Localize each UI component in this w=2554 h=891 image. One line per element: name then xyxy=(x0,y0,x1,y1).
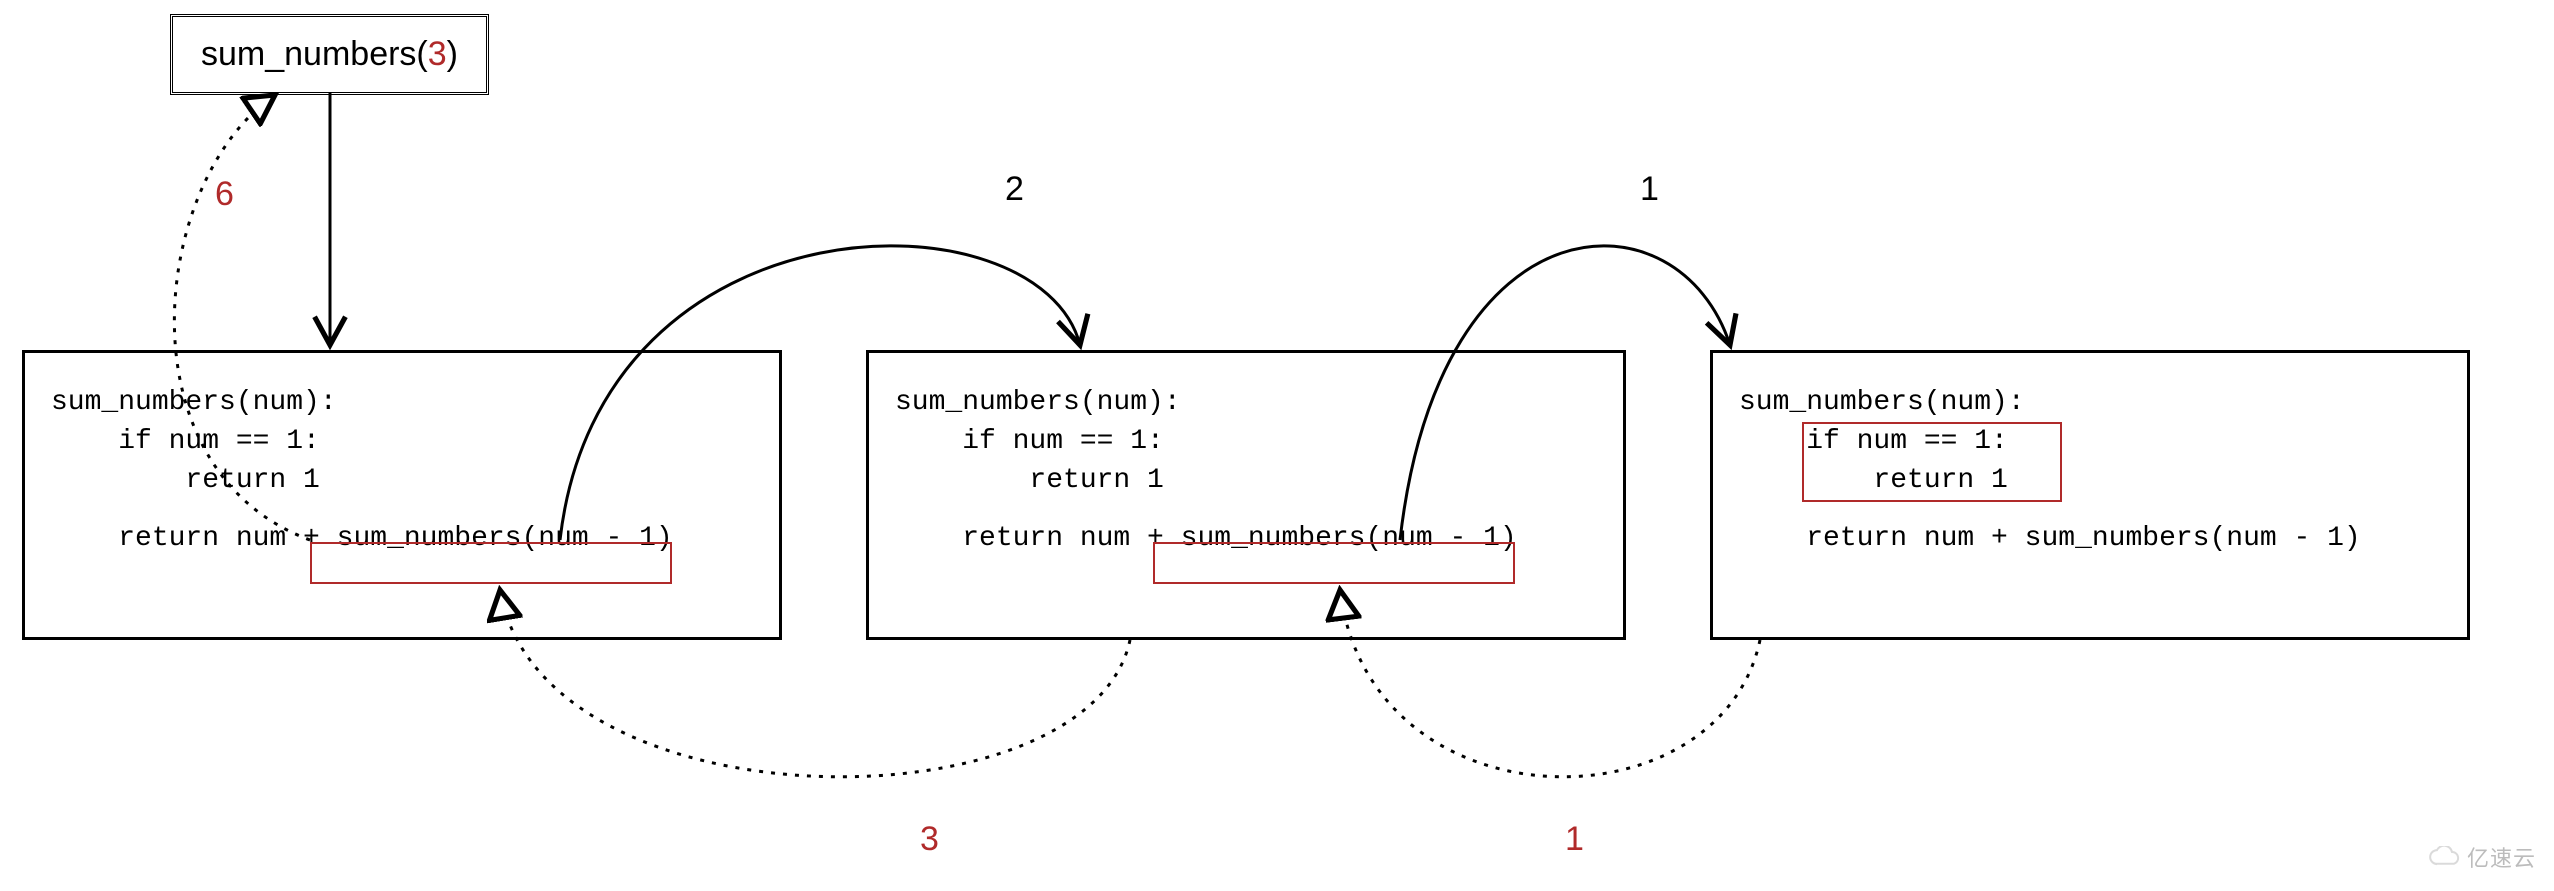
code-line-3: return 1 xyxy=(895,461,1597,500)
code-line-1: sum_numbers(num): xyxy=(51,383,753,422)
highlight-recursive-1 xyxy=(310,542,672,584)
highlight-recursive-2 xyxy=(1153,542,1515,584)
call-fn-name: sum_numbers xyxy=(201,35,416,73)
cloud-icon xyxy=(2427,846,2461,868)
code-line-2: if num == 1: xyxy=(895,422,1597,461)
code-line-2: if num == 1: xyxy=(51,422,753,461)
highlight-base-case xyxy=(1802,422,2062,502)
recursion-frame-2: sum_numbers(num): if num == 1: return 1 … xyxy=(866,350,1626,640)
code-line-1: sum_numbers(num): xyxy=(895,383,1597,422)
recursion-frame-1: sum_numbers(num): if num == 1: return 1 … xyxy=(22,350,782,640)
forward-label-2: 2 xyxy=(1005,170,1024,209)
code-line-4: return num + sum_numbers(num - 1) xyxy=(1739,519,2441,558)
return-label-6: 6 xyxy=(215,175,234,214)
call-arg: 3 xyxy=(428,35,447,73)
return-label-1: 1 xyxy=(1565,820,1584,859)
code-line-3: return 1 xyxy=(51,461,753,500)
watermark-label: 亿速云 xyxy=(2427,841,2536,873)
code-line-1: sum_numbers(num): xyxy=(1739,383,2441,422)
initial-call-box: sum_numbers(3) xyxy=(170,14,489,95)
return-label-3: 3 xyxy=(920,820,939,859)
forward-label-1: 1 xyxy=(1640,170,1659,209)
